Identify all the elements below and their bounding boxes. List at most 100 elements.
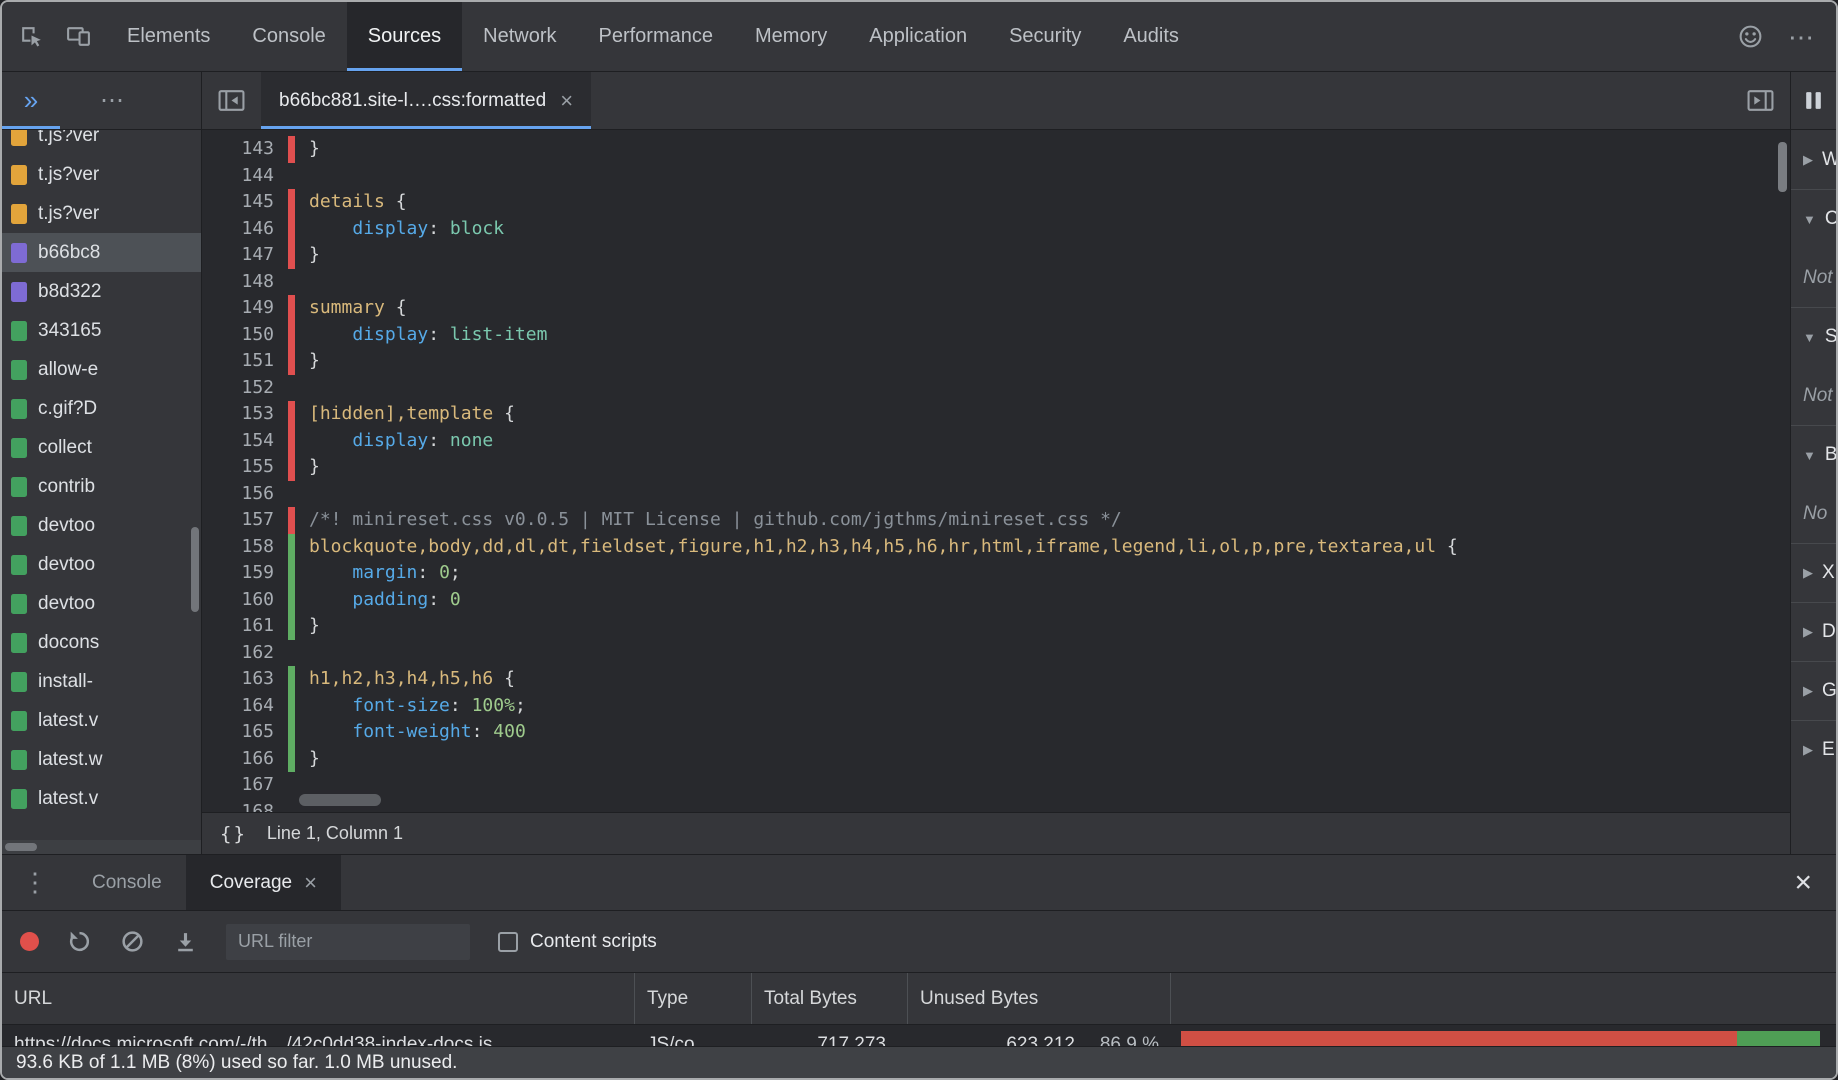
table-row[interactable]: https://docs.microsoft.com/-/th…/42c0dd3… xyxy=(2,1025,1836,1046)
file-tree-item[interactable]: b66bc8 xyxy=(2,233,201,272)
panel-tab-memory[interactable]: Memory xyxy=(734,2,848,71)
line-number[interactable]: 161 xyxy=(202,613,288,640)
inspect-element-icon[interactable] xyxy=(18,23,45,50)
navigator-overflow-tab[interactable]: » xyxy=(2,72,60,129)
file-tree-item[interactable]: t.js?ver xyxy=(2,130,201,155)
main-menu-icon[interactable]: ⋯ xyxy=(1788,24,1816,50)
tree-vertical-scrollbar[interactable] xyxy=(191,527,199,612)
line-number[interactable]: 144 xyxy=(202,163,288,190)
clear-icon[interactable] xyxy=(120,929,145,954)
line-number[interactable]: 147 xyxy=(202,242,288,269)
debugger-section-header[interactable]: ▶W xyxy=(1791,130,1836,189)
drawer-tab-coverage[interactable]: Coverage× xyxy=(186,855,341,910)
show-debugger-sidebar-icon[interactable] xyxy=(1731,72,1790,129)
close-tab-icon[interactable]: × xyxy=(304,872,317,894)
panel-tab-sources[interactable]: Sources xyxy=(347,2,462,71)
file-tree-item[interactable]: c.gif?D xyxy=(2,389,201,428)
file-tab[interactable]: b66bc881.site-l….css:formatted × xyxy=(261,72,591,129)
reload-icon[interactable] xyxy=(67,929,92,954)
close-drawer-icon[interactable]: × xyxy=(1770,855,1836,910)
file-tree-item[interactable]: latest.v xyxy=(2,779,201,818)
export-icon[interactable] xyxy=(173,929,198,954)
panel-tab-performance[interactable]: Performance xyxy=(578,2,735,71)
line-number[interactable]: 150 xyxy=(202,322,288,349)
column-header-type[interactable]: Type xyxy=(635,973,752,1024)
file-tree-item[interactable]: latest.v xyxy=(2,701,201,740)
file-tree-item[interactable]: allow-e xyxy=(2,350,201,389)
code-line-152: 152 xyxy=(202,375,1790,402)
code-area[interactable]: 143}144145details {146 display: block147… xyxy=(202,130,1790,812)
file-tree-item[interactable]: devtoo xyxy=(2,584,201,623)
panel-tab-audits[interactable]: Audits xyxy=(1102,2,1200,71)
file-tree-item[interactable]: b8d322 xyxy=(2,272,201,311)
content-scripts-checkbox[interactable] xyxy=(498,932,518,952)
panel-tab-application[interactable]: Application xyxy=(848,2,988,71)
line-number[interactable]: 162 xyxy=(202,640,288,667)
line-number[interactable]: 163 xyxy=(202,666,288,693)
panel-tab-elements[interactable]: Elements xyxy=(106,2,231,71)
line-number[interactable]: 160 xyxy=(202,587,288,614)
line-number[interactable]: 158 xyxy=(202,534,288,561)
device-toolbar-icon[interactable] xyxy=(65,23,92,50)
debugger-section-header[interactable]: ▶E xyxy=(1791,720,1836,779)
debugger-section-header[interactable]: ▼C xyxy=(1791,189,1836,248)
line-number[interactable]: 154 xyxy=(202,428,288,455)
tree-horizontal-scrollbar-thumb[interactable] xyxy=(5,843,37,851)
line-number[interactable]: 165 xyxy=(202,719,288,746)
column-header-total[interactable]: Total Bytes xyxy=(752,973,908,1024)
file-tree-item[interactable]: contrib xyxy=(2,467,201,506)
file-tree-item[interactable]: t.js?ver xyxy=(2,194,201,233)
editor-vertical-scrollbar[interactable] xyxy=(1778,142,1787,192)
line-number[interactable]: 167 xyxy=(202,772,288,799)
file-tree-item[interactable]: 343165 xyxy=(2,311,201,350)
line-number[interactable]: 143 xyxy=(202,136,288,163)
debugger-section-header[interactable]: ▶G xyxy=(1791,661,1836,720)
chevron-down-icon: ▼ xyxy=(1803,448,1816,463)
file-tree-item[interactable]: devtoo xyxy=(2,545,201,584)
line-number[interactable]: 149 xyxy=(202,295,288,322)
column-header-unused[interactable]: Unused Bytes xyxy=(908,973,1171,1024)
editor-horizontal-scrollbar[interactable] xyxy=(299,794,381,806)
feedback-smiley-icon[interactable] xyxy=(1737,23,1764,50)
debugger-section-header[interactable]: ▶D xyxy=(1791,602,1836,661)
record-button[interactable] xyxy=(20,932,39,951)
panel-tab-console[interactable]: Console xyxy=(231,2,346,71)
code-token: ; xyxy=(515,695,526,716)
url-filter-input[interactable] xyxy=(226,924,470,960)
file-tree-item[interactable]: latest.w xyxy=(2,740,201,779)
debugger-section-header[interactable]: ▶X xyxy=(1791,543,1836,602)
drawer-tab-console[interactable]: Console xyxy=(68,855,186,910)
drawer-spacer xyxy=(341,855,1771,910)
tree-horizontal-scrollbar[interactable] xyxy=(2,840,201,854)
line-number[interactable]: 159 xyxy=(202,560,288,587)
line-number[interactable]: 166 xyxy=(202,746,288,773)
debugger-section-header[interactable]: ▼B xyxy=(1791,425,1836,484)
column-header-url[interactable]: URL xyxy=(2,973,635,1024)
line-number[interactable]: 168 xyxy=(202,799,288,813)
line-number[interactable]: 164 xyxy=(202,693,288,720)
line-number[interactable]: 157 xyxy=(202,507,288,534)
line-number[interactable]: 152 xyxy=(202,375,288,402)
line-number[interactable]: 146 xyxy=(202,216,288,243)
column-header-usage-bar[interactable] xyxy=(1171,973,1836,1024)
line-number[interactable]: 153 xyxy=(202,401,288,428)
file-tree-item[interactable]: install- xyxy=(2,662,201,701)
line-number[interactable]: 145 xyxy=(202,189,288,216)
navigator-more-icon[interactable]: ⋯ xyxy=(60,72,166,129)
line-number[interactable]: 148 xyxy=(202,269,288,296)
line-number[interactable]: 155 xyxy=(202,454,288,481)
file-tree-item[interactable]: devtoo xyxy=(2,506,201,545)
debugger-section-header[interactable]: ▼S xyxy=(1791,307,1836,366)
panel-tab-security[interactable]: Security xyxy=(988,2,1102,71)
drawer-menu-icon[interactable]: ⋮ xyxy=(2,855,68,910)
panel-tab-network[interactable]: Network xyxy=(462,2,577,71)
file-tree-item[interactable]: t.js?ver xyxy=(2,155,201,194)
pause-script-icon[interactable] xyxy=(1803,89,1824,112)
file-tree-item[interactable]: docons xyxy=(2,623,201,662)
show-navigator-icon[interactable] xyxy=(202,72,261,129)
pretty-print-icon[interactable]: {} xyxy=(220,823,247,845)
line-number[interactable]: 156 xyxy=(202,481,288,508)
close-tab-icon[interactable]: × xyxy=(560,90,573,112)
line-number[interactable]: 151 xyxy=(202,348,288,375)
file-tree-item[interactable]: collect xyxy=(2,428,201,467)
